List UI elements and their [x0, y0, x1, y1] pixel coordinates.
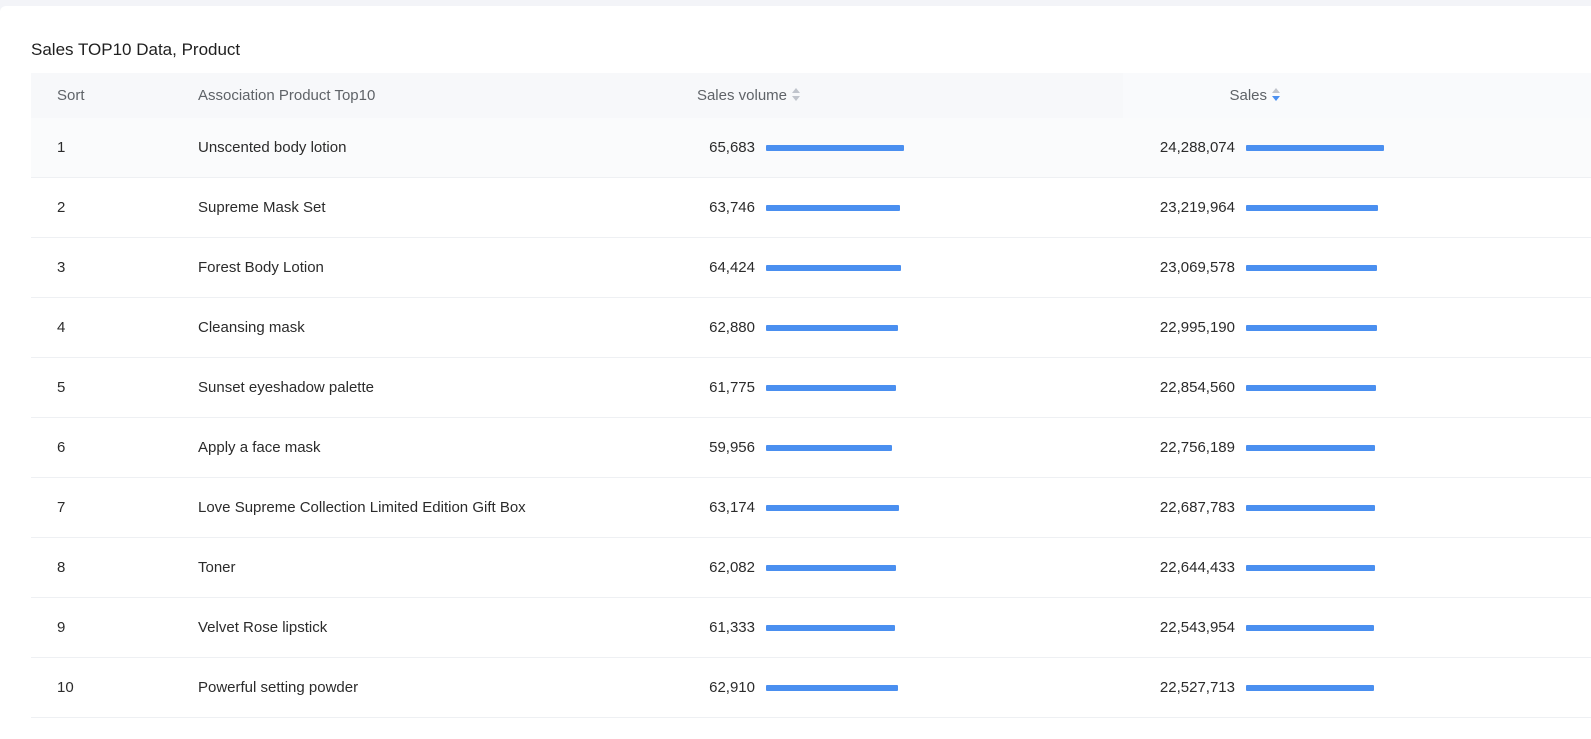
sales-header-background — [1123, 73, 1591, 118]
rank-cell: 1 — [57, 139, 66, 156]
table-header: Sort Association Product Top10 Sales vol… — [31, 73, 1591, 118]
product-cell: Powerful setting powder — [198, 679, 359, 696]
product-cell: Apply a face mask — [198, 439, 321, 456]
product-cell: Cleansing mask — [198, 319, 305, 336]
top10-table: Sort Association Product Top10 Sales vol… — [31, 73, 1591, 718]
sales-cell: 24,288,074 — [1159, 139, 1235, 156]
product-cell: Sunset eyeshadow palette — [198, 379, 374, 396]
rank-cell: 10 — [57, 679, 74, 696]
sort-caret-icon[interactable] — [1271, 87, 1281, 103]
top10-card: Sales TOP10 Data, Product Sort Associati… — [0, 6, 1591, 739]
sales-bar — [1246, 565, 1375, 571]
sales-volume-bar — [766, 565, 896, 571]
sales-volume-bar — [766, 145, 904, 151]
sales-cell: 22,527,713 — [1159, 679, 1235, 696]
sales-bar — [1246, 265, 1377, 271]
sales-bar — [1246, 325, 1377, 331]
rank-cell: 7 — [57, 499, 66, 516]
sales-bar — [1246, 385, 1376, 391]
table-row[interactable]: 1 Unscented body lotion 65,683 24,288,074 — [31, 118, 1591, 178]
sales-cell: 22,543,954 — [1159, 619, 1235, 636]
table-row[interactable]: 4 Cleansing mask 62,880 22,995,190 — [31, 298, 1591, 358]
rank-cell: 9 — [57, 619, 66, 636]
header-product: Association Product Top10 — [198, 87, 376, 104]
header-sales-volume[interactable]: Sales volume — [697, 73, 801, 118]
sales-cell: 22,854,560 — [1159, 379, 1235, 396]
card-title: Sales TOP10 Data, Product — [31, 40, 241, 59]
rank-cell: 4 — [57, 319, 66, 336]
sales-volume-cell: 64,424 — [709, 259, 755, 276]
sales-volume-cell: 62,082 — [709, 559, 755, 576]
table-row[interactable]: 2 Supreme Mask Set 63,746 23,219,964 — [31, 178, 1591, 238]
product-cell: Toner — [198, 559, 236, 576]
product-cell: Unscented body lotion — [198, 139, 347, 156]
sales-bar — [1246, 625, 1374, 631]
sort-caret-icon[interactable] — [791, 87, 801, 103]
sales-volume-cell: 63,174 — [709, 499, 755, 516]
table-row[interactable]: 5 Sunset eyeshadow palette 61,775 22,854,56… — [31, 358, 1591, 418]
sales-volume-bar — [766, 625, 895, 631]
header-sales[interactable]: Sales — [1229, 73, 1281, 118]
table-row[interactable]: 8 Toner 62,082 22,644,433 — [31, 538, 1591, 598]
product-cell: Forest Body Lotion — [198, 259, 324, 276]
sales-volume-bar — [766, 685, 898, 691]
sales-volume-cell: 59,956 — [709, 439, 755, 456]
header-sales-label: Sales — [1229, 87, 1267, 104]
header-sales-volume-label: Sales volume — [696, 87, 787, 104]
product-cell: Love Supreme Collection Limited Edition … — [198, 499, 526, 516]
sales-cell: 23,219,964 — [1159, 199, 1235, 216]
sales-volume-bar — [766, 385, 896, 391]
table-row[interactable]: 10 Powerful setting powder 62,910 22,527,71… — [31, 658, 1591, 718]
sales-volume-cell: 62,910 — [709, 679, 755, 696]
sales-bar — [1246, 145, 1384, 151]
sales-cell: 22,687,783 — [1159, 499, 1235, 516]
table-row[interactable]: 3 Forest Body Lotion 64,424 23,069,578 — [31, 238, 1591, 298]
table-body: 1 Unscented body lotion 65,683 24,288,074 2 S… — [31, 118, 1591, 718]
table-row[interactable]: 7 Love Supreme Collection Limited Edition… — [31, 478, 1591, 538]
rank-cell: 5 — [57, 379, 66, 396]
rank-cell: 3 — [57, 259, 66, 276]
sales-volume-bar — [766, 205, 900, 211]
sales-volume-bar — [766, 445, 892, 451]
rank-cell: 6 — [57, 439, 66, 456]
sales-volume-bar — [766, 265, 901, 271]
sales-volume-cell: 61,775 — [709, 379, 755, 396]
sales-volume-cell: 61,333 — [709, 619, 755, 636]
sales-bar — [1246, 445, 1375, 451]
table-row[interactable]: 6 Apply a face mask 59,956 22,756,189 — [31, 418, 1591, 478]
sales-volume-bar — [766, 325, 898, 331]
sales-cell: 22,756,189 — [1159, 439, 1235, 456]
sales-cell: 22,995,190 — [1159, 319, 1235, 336]
product-cell: Velvet Rose lipstick — [198, 619, 328, 636]
sales-volume-cell: 63,746 — [709, 199, 755, 216]
sales-volume-bar — [766, 505, 899, 511]
sales-cell: 22,644,433 — [1159, 559, 1235, 576]
sales-bar — [1246, 205, 1378, 211]
sales-volume-cell: 62,880 — [709, 319, 755, 336]
table-row[interactable]: 9 Velvet Rose lipstick 61,333 22,543,954 — [31, 598, 1591, 658]
sales-volume-cell: 65,683 — [709, 139, 755, 156]
product-cell: Supreme Mask Set — [198, 199, 326, 216]
sales-bar — [1246, 505, 1375, 511]
sales-bar — [1246, 685, 1374, 691]
rank-cell: 8 — [57, 559, 66, 576]
rank-cell: 2 — [57, 199, 66, 216]
sales-cell: 23,069,578 — [1159, 259, 1235, 276]
header-sort: Sort — [57, 87, 85, 104]
